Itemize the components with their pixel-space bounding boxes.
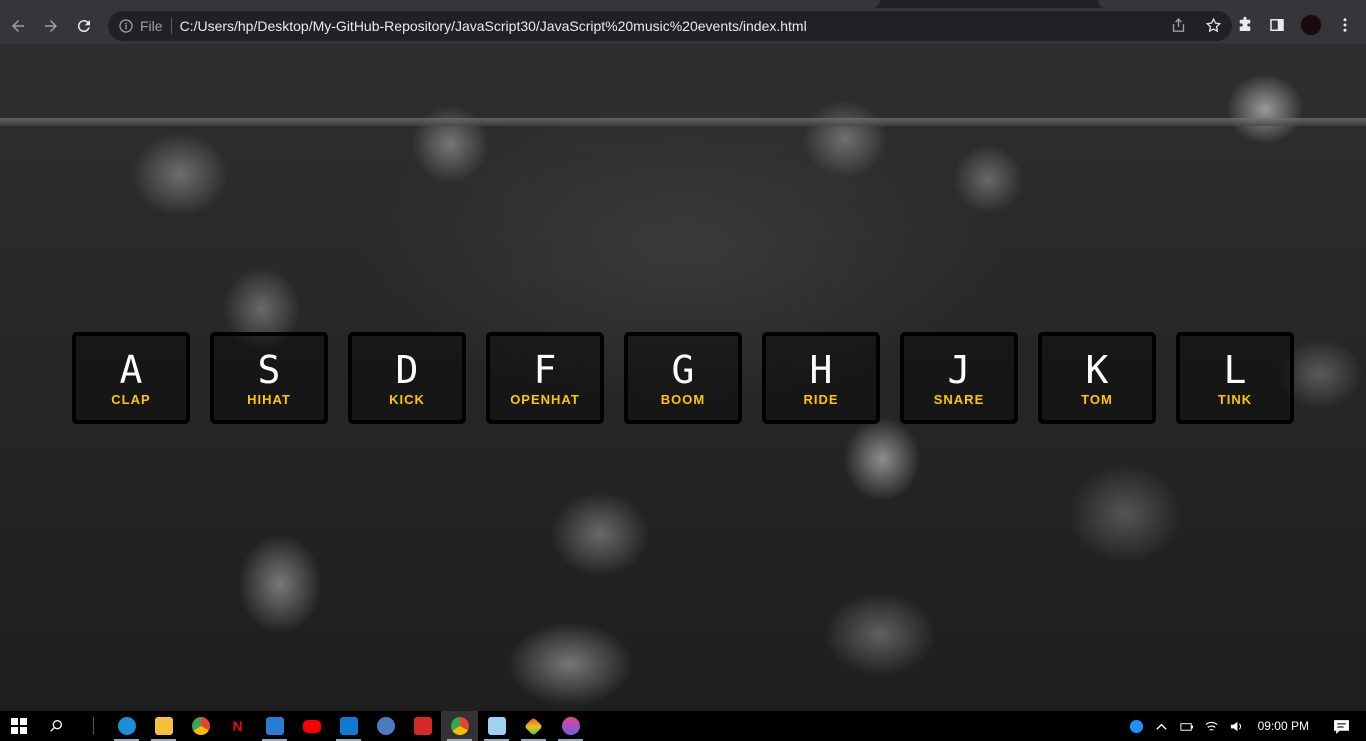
key-d[interactable]: D kick: [348, 332, 466, 424]
search-icon[interactable]: [37, 711, 74, 741]
omnibox-divider: [170, 18, 172, 34]
battery-icon[interactable]: [1179, 719, 1194, 734]
file-scheme-label: File: [140, 18, 163, 34]
key-sound: kick: [389, 391, 425, 407]
tab-strip: [0, 0, 1366, 8]
youtube-icon[interactable]: [293, 711, 330, 741]
app-icon[interactable]: [367, 711, 404, 741]
notifications-icon[interactable]: [1333, 718, 1350, 735]
key-letter: F: [533, 347, 557, 392]
key-a[interactable]: A clap: [72, 332, 190, 424]
browser-chrome: File C:/Users/hp/Desktop/My-GitHub-Repos…: [0, 0, 1366, 44]
key-letter: J: [947, 347, 971, 392]
kebab-menu-icon[interactable]: [1336, 16, 1354, 34]
bookmark-star-icon[interactable]: [1205, 17, 1222, 34]
reload-button[interactable]: [69, 11, 99, 41]
side-panel-icon[interactable]: [1268, 16, 1286, 34]
key-sound: tink: [1217, 391, 1253, 407]
address-bar[interactable]: File C:/Users/hp/Desktop/My-GitHub-Repos…: [108, 11, 1232, 41]
extensions-puzzle-icon[interactable]: [1236, 16, 1254, 34]
calculator-icon[interactable]: [256, 711, 293, 741]
back-button[interactable]: [3, 11, 33, 41]
key-k[interactable]: K tom: [1038, 332, 1156, 424]
browser-toolbar: File C:/Users/hp/Desktop/My-GitHub-Repos…: [0, 8, 1366, 44]
key-sound: hihat: [247, 391, 291, 407]
key-j[interactable]: J snare: [900, 332, 1018, 424]
windows-taskbar: N 09:00 PM: [0, 711, 1366, 741]
key-h[interactable]: H ride: [762, 332, 880, 424]
chrome-icon[interactable]: [182, 711, 219, 741]
arrow-right-icon: [45, 20, 57, 32]
edge-icon[interactable]: [108, 711, 145, 741]
key-letter: A: [119, 347, 143, 392]
file-explorer-icon[interactable]: [145, 711, 182, 741]
git-icon[interactable]: [515, 711, 552, 741]
acrobat-icon[interactable]: [404, 711, 441, 741]
keys-row: A clap S hihat D kick F openhat G boom H…: [72, 332, 1294, 424]
key-letter: D: [395, 347, 419, 392]
key-sound: openhat: [510, 391, 580, 407]
key-sound: ride: [803, 391, 839, 407]
url-text[interactable]: C:/Users/hp/Desktop/My-GitHub-Repository…: [180, 18, 807, 34]
help-icon[interactable]: [1129, 719, 1144, 734]
profile-avatar[interactable]: [1300, 14, 1322, 36]
key-s[interactable]: S hihat: [210, 332, 328, 424]
reload-icon: [77, 20, 90, 33]
drum-kit-page: A clap S hihat D kick F openhat G boom H…: [0, 44, 1366, 711]
key-l[interactable]: L tink: [1176, 332, 1294, 424]
wifi-icon[interactable]: [1204, 719, 1219, 734]
volume-icon[interactable]: [1229, 719, 1244, 734]
key-g[interactable]: G boom: [624, 332, 742, 424]
key-letter: H: [809, 347, 833, 392]
toolbar-right: [1236, 14, 1354, 36]
netflix-icon[interactable]: N: [219, 711, 256, 741]
key-letter: G: [671, 347, 695, 392]
omnibox-actions: [1170, 17, 1222, 34]
chrome-icon[interactable]: [441, 711, 478, 741]
chevron-up-icon[interactable]: [1154, 719, 1169, 734]
windows-start-icon[interactable]: [0, 711, 37, 741]
key-sound: snare: [933, 391, 985, 407]
vscode-icon[interactable]: [330, 711, 367, 741]
key-letter: K: [1085, 347, 1109, 392]
paint-icon[interactable]: [552, 711, 589, 741]
key-f[interactable]: F openhat: [486, 332, 604, 424]
key-letter: S: [257, 347, 281, 392]
active-tab-edge: [0, 0, 880, 8]
taskbar-divider: [74, 717, 94, 735]
taskbar-clock[interactable]: 09:00 PM: [1258, 719, 1309, 733]
key-sound: clap: [111, 391, 151, 407]
tab-edge-right: [1098, 0, 1366, 8]
arrow-left-icon: [12, 20, 24, 32]
forward-button[interactable]: [36, 11, 66, 41]
background-railing: [0, 118, 1366, 126]
notepad-icon[interactable]: [478, 711, 515, 741]
system-tray: 09:00 PM: [1129, 711, 1366, 741]
info-icon[interactable]: [118, 18, 134, 34]
key-sound: boom: [660, 391, 706, 407]
key-sound: tom: [1081, 391, 1113, 407]
share-icon[interactable]: [1170, 17, 1187, 34]
key-letter: L: [1223, 347, 1247, 392]
